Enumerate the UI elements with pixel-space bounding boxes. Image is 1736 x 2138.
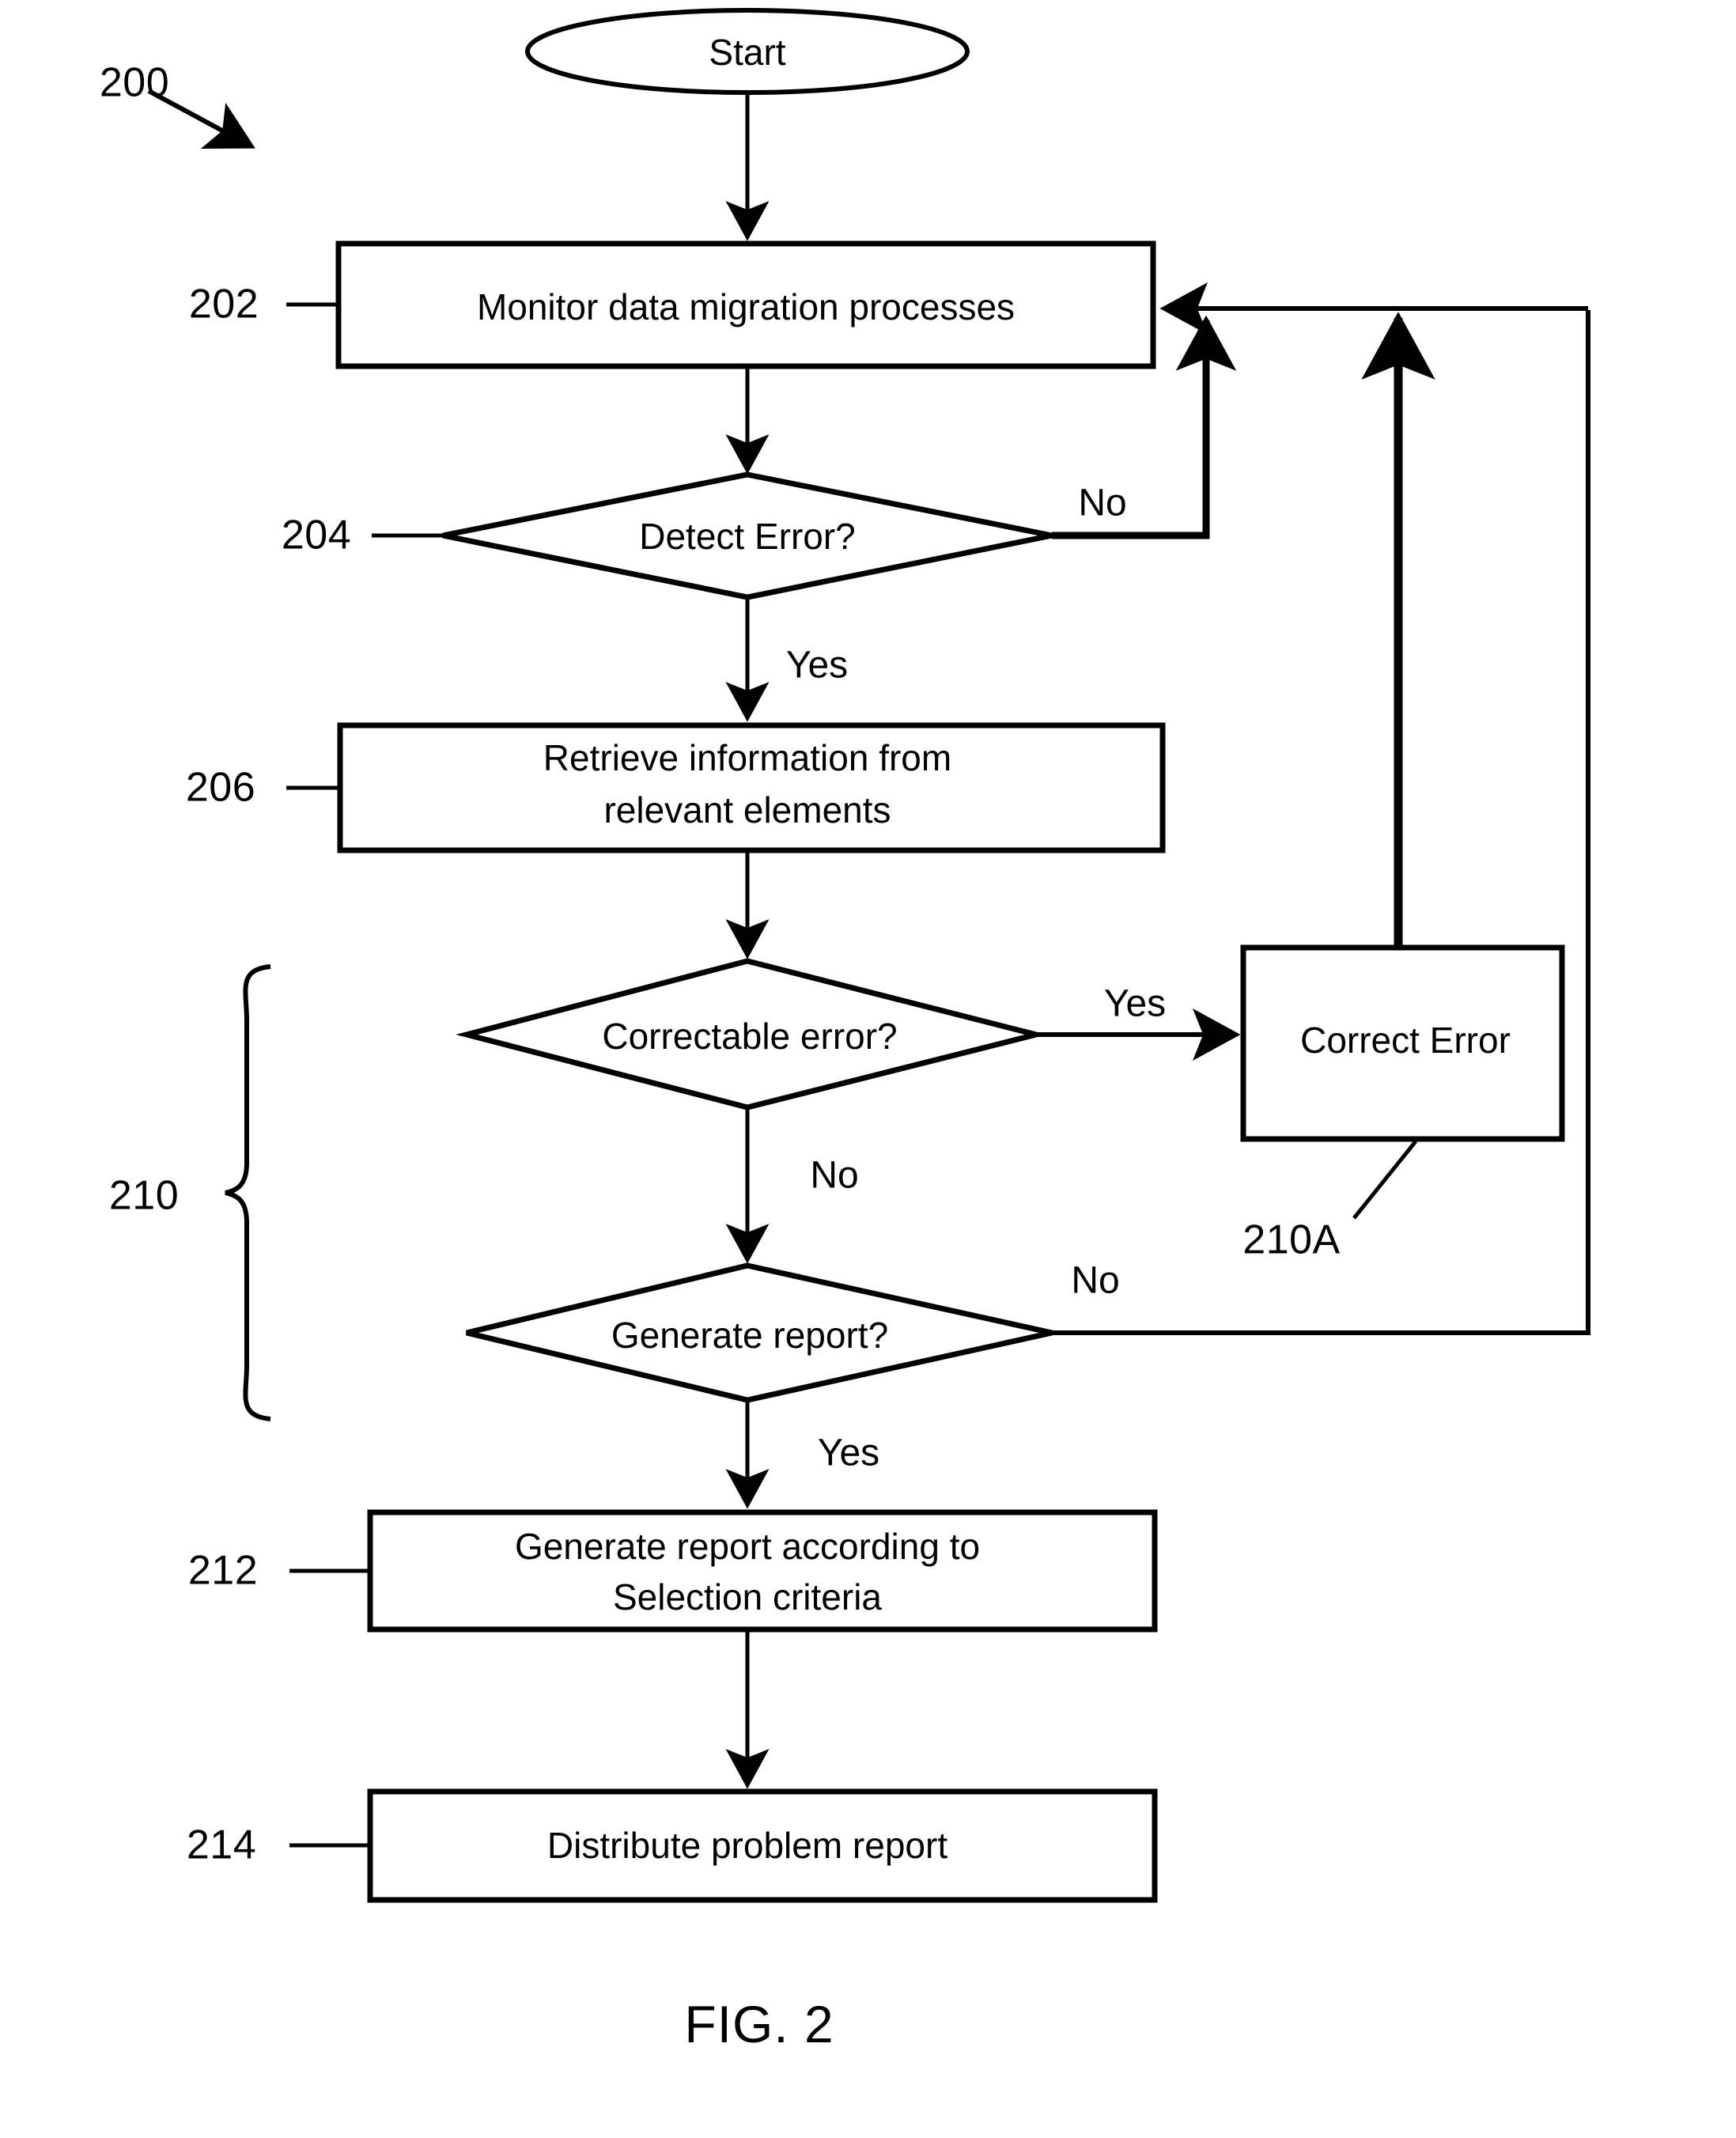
- ref-number-210A: 210A: [1242, 1217, 1341, 1263]
- figure-canvas: Start Monitor data migration processes 2…: [0, 0, 1736, 2138]
- retrieve-node-label-line1: Retrieve information from: [543, 736, 952, 778]
- ref-number-204: 204: [281, 512, 352, 558]
- branch-label-detect-no: No: [1078, 482, 1127, 524]
- ref-number-212: 212: [187, 1547, 259, 1594]
- distribute-node-label: Distribute problem report: [547, 1824, 948, 1866]
- branch-label-generate-no: No: [1071, 1259, 1120, 1302]
- ref-number-206: 206: [185, 764, 256, 811]
- branch-label-generate-yes: Yes: [817, 1432, 880, 1474]
- branch-label-correctable-yes: Yes: [1103, 982, 1167, 1025]
- ref-number-210: 210: [108, 1172, 180, 1219]
- ref-number-202: 202: [188, 281, 259, 327]
- detect-error-node-label: Detect Error?: [639, 515, 856, 557]
- branch-label-correctable-no: No: [810, 1154, 859, 1197]
- start-node-label: Start: [709, 31, 786, 73]
- leader-210A: [1352, 1140, 1417, 1220]
- retrieve-node-label-line2: relevant elements: [603, 789, 891, 831]
- generate-report-node-label-line1: Generate report according to: [514, 1525, 981, 1567]
- correct-error-node-label: Correct Error: [1300, 1019, 1511, 1061]
- group-brace-210: [225, 964, 271, 1421]
- ref-number-214: 214: [186, 1822, 257, 1868]
- branch-label-detect-yes: Yes: [785, 644, 849, 687]
- correctable-error-node-label: Correctable error?: [602, 1015, 898, 1057]
- figure-caption: FIG. 2: [684, 1995, 834, 2054]
- ref-number-200: 200: [99, 59, 170, 106]
- generate-report-question-label: Generate report?: [611, 1314, 889, 1356]
- monitor-node-label: Monitor data migration processes: [476, 286, 1016, 327]
- generate-report-node-label-line2: Selection criteria: [612, 1576, 883, 1618]
